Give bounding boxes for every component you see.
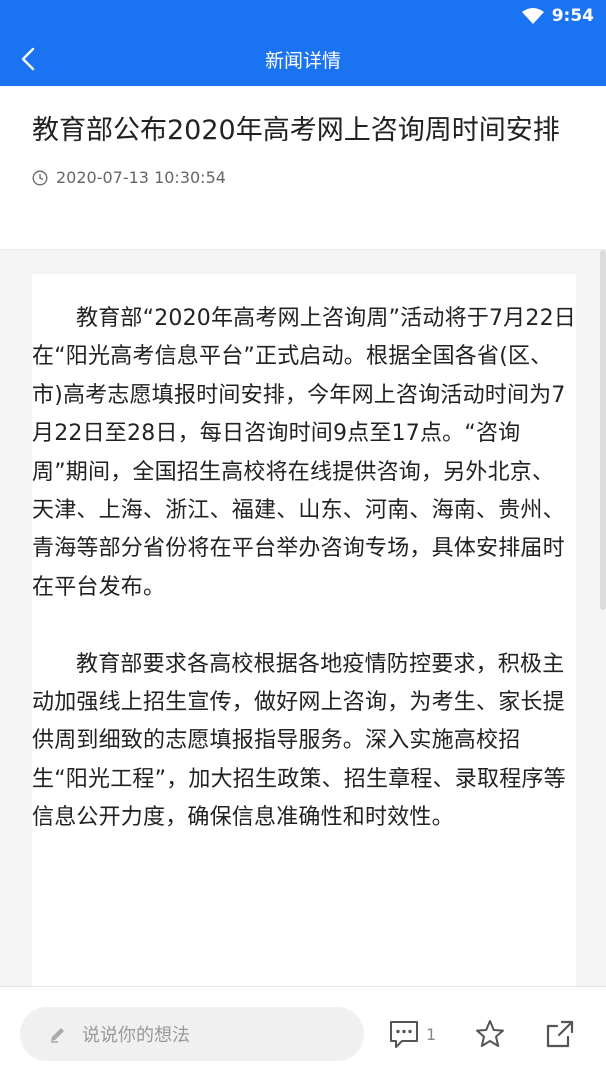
share-button[interactable] [544,1017,576,1051]
article-datetime: 2020-07-13 10:30:54 [56,168,226,187]
article-title: 教育部公布2020年高考网上咨询周时间安排 [32,115,560,146]
status-bar: 9:54 [0,0,606,32]
article-body: 教育部“2020年高考网上咨询周”活动将于7月22日在“阳光高考信息平台”正式启… [32,274,576,986]
bottom-action-bar: 说说你的想法 1 [0,986,606,1080]
clock-icon [32,170,48,185]
nav-bar: 新闻详情 [0,32,606,86]
article-paragraph: 教育部要求各高校根据各地疫情防控要求，积极主动加强线上招生宣传，做好网上咨询，为… [32,651,566,831]
wifi-icon [521,8,544,24]
star-icon [476,1020,504,1047]
article-content-area[interactable]: 教育部“2020年高考网上咨询周”活动将于7月22日在“阳光高考信息平台”正式启… [0,250,606,986]
comments-button[interactable]: 1 [388,1017,436,1051]
page-title: 新闻详情 [264,49,341,72]
comment-count: 1 [426,1024,437,1044]
back-button[interactable] [14,45,42,73]
comment-placeholder: 说说你的想法 [82,1025,190,1046]
back-icon [21,47,35,71]
article-paragraph: 教育部“2020年高考网上咨询周”活动将于7月22日在“阳光高考信息平台”正式启… [32,306,576,600]
scrollbar[interactable] [600,250,606,610]
comment-input[interactable]: 说说你的想法 [20,1007,364,1061]
share-icon [546,1020,574,1048]
favorite-button[interactable] [474,1017,506,1051]
article-meta: 2020-07-13 10:30:54 [32,168,574,187]
status-time: 9:54 [551,6,594,26]
article-header: 教育部公布2020年高考网上咨询周时间安排 2020-07-13 10:30:5… [0,86,606,250]
pencil-icon [51,1028,64,1043]
comment-icon [390,1021,418,1048]
